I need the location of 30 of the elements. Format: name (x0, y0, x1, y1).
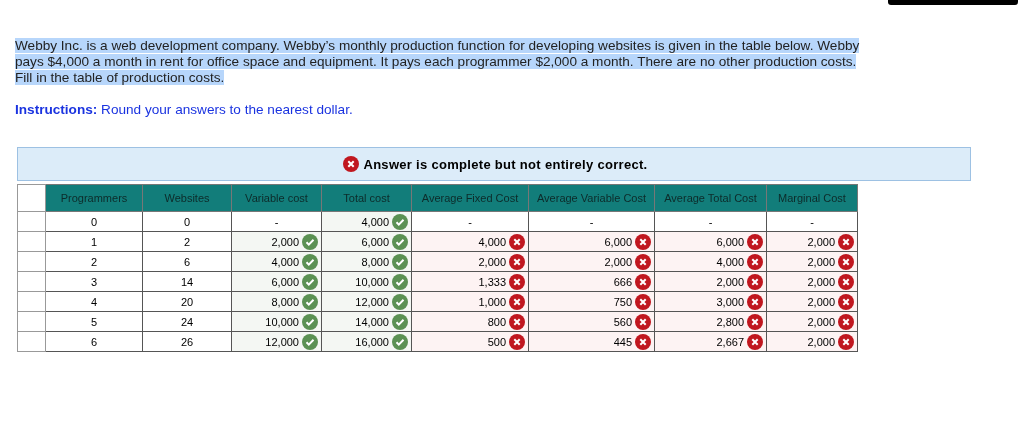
table-cell: 1 (45, 231, 143, 252)
column-header: Average Total Cost (654, 184, 767, 212)
instructions-text: Instructions: Round your answers to the nearest dollar. (15, 102, 354, 117)
column-header: Programmers (45, 184, 143, 212)
table-cell: 0 (142, 211, 232, 232)
table-cell: - (231, 211, 322, 232)
problem-text: Webby Inc. is a web development company. Webby’s monthly production function for developing websites is given in the table below. Webby pays $4,000 a month in rent for office space and equipment. It pays each programmer $2,000 a month. There are no other production costs. Fill in the table of production costs. (15, 38, 860, 86)
result-message: Answer is complete but not entirely correct. (363, 156, 648, 172)
table-cell: - (766, 211, 858, 232)
table-cell: 3 (45, 271, 143, 292)
table-cell: 2 (45, 251, 143, 272)
table-cell: - (528, 211, 655, 232)
table-cell: 20 (142, 291, 232, 312)
table-cell: 6 (45, 331, 143, 352)
table-cell: 0 (45, 211, 143, 232)
table-cell: 5 (45, 311, 143, 332)
table-cell: 2 (142, 231, 232, 252)
table-cell: 26 (142, 331, 232, 352)
column-header: Average Variable Cost (528, 184, 655, 212)
table-cell: 24 (142, 311, 232, 332)
column-header: Average Fixed Cost (411, 184, 529, 212)
column-header: Marginal Cost (766, 184, 858, 212)
column-header: Websites (142, 184, 232, 212)
column-header: Variable cost (231, 184, 322, 212)
table-cell: - (654, 211, 767, 232)
table-cell: - (411, 211, 529, 232)
table-cell: 4 (45, 291, 143, 312)
column-header: Total cost (321, 184, 412, 212)
table-cell: 14 (142, 271, 232, 292)
table-cell: 6 (142, 251, 232, 272)
